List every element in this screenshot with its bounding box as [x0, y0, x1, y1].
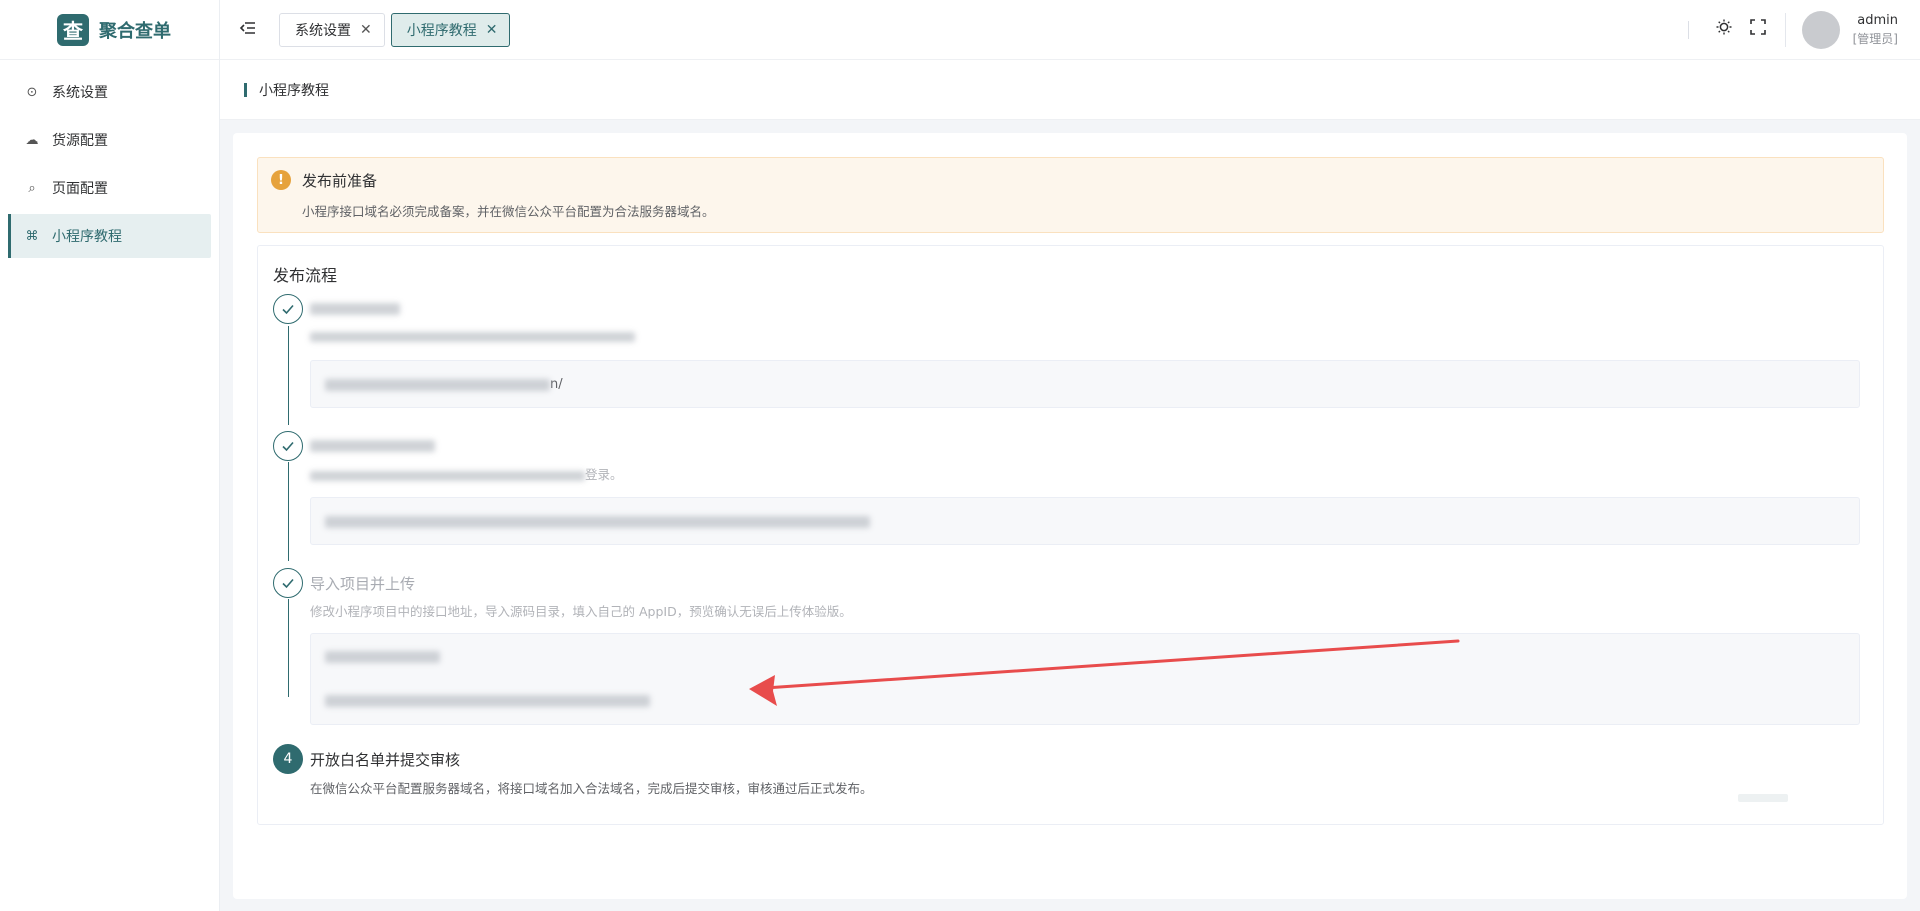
redacted-text — [325, 694, 650, 707]
search-icon: ⌕ — [28, 180, 36, 196]
content-card: ! 发布前准备 小程序接口域名必须完成备案，并在微信公众平台配置为合法服务器域名… — [233, 133, 1907, 899]
step-2-desc: 登录。 — [310, 464, 623, 483]
alert-description: 小程序接口域名必须完成备案，并在微信公众平台配置为合法服务器域名。 — [302, 204, 715, 219]
fullscreen-button[interactable] — [1741, 19, 1775, 40]
cloud-icon: ☁ — [25, 132, 39, 148]
step-4-desc: 在微信公众平台配置服务器域名，将接口域名加入合法域名，完成后提交审核，审核通过后… — [310, 781, 873, 796]
step-1-desc — [310, 328, 635, 343]
alert-title: 发布前准备 — [302, 172, 378, 190]
sidebar-menu: ⊙ 系统设置 ☁ 货源配置 ⌕ 页面配置 ⌘ 小程序教程 — [0, 60, 219, 258]
user-info[interactable]: admin [管理员] — [1853, 13, 1898, 47]
step-4-title: 开放白名单并提交审核 — [310, 751, 461, 769]
step-1-code: n/ — [310, 360, 1860, 408]
top-header: 系统设置 ✕ 小程序教程 ✕ admin [管理员] — [220, 0, 1920, 60]
theme-toggle-button[interactable] — [1707, 18, 1741, 41]
code-text: n/ — [550, 377, 563, 392]
warning-icon: ! — [271, 170, 291, 190]
tab-label: 系统设置 — [295, 22, 351, 39]
step-3-title: 导入项目并上传 — [310, 575, 416, 593]
code-line — [325, 693, 650, 708]
step-3-done-icon — [273, 568, 303, 598]
sidebar-item-page-config[interactable]: ⌕ 页面配置 — [8, 166, 211, 210]
breadcrumb-marker — [244, 82, 247, 97]
redacted-text — [325, 650, 440, 663]
avatar[interactable] — [1801, 10, 1840, 49]
check-icon — [282, 578, 294, 589]
code-line: n/ — [325, 377, 563, 392]
tab-system-settings[interactable]: 系统设置 ✕ — [279, 12, 385, 47]
step-2-title — [310, 436, 435, 454]
sidebar-item-label: 系统设置 — [52, 85, 108, 101]
sidebar-item-label: 页面配置 — [52, 181, 108, 197]
redacted-text — [310, 302, 400, 315]
sidebar-item-label: 货源配置 — [52, 133, 108, 149]
redacted-text — [310, 331, 635, 342]
brand: 查 聚合查单 — [0, 0, 219, 60]
tab-label: 小程序教程 — [406, 22, 477, 39]
step-2-code — [310, 497, 1860, 545]
sidebar-item-miniprogram-tutorial[interactable]: ⌘ 小程序教程 — [8, 214, 211, 258]
collapse-sidebar-button[interactable] — [239, 18, 279, 42]
step-1-title — [310, 299, 400, 317]
warning-alert: ! 发布前准备 小程序接口域名必须完成备案，并在微信公众平台配置为合法服务器域名… — [257, 157, 1884, 233]
brand-name: 聚合查单 — [99, 20, 171, 42]
check-icon — [282, 304, 294, 315]
sidebar-item-system-settings[interactable]: ⊙ 系统设置 — [8, 70, 211, 114]
check-icon — [282, 441, 294, 452]
header-right: admin [管理员] — [1687, 0, 1920, 60]
redacted-text — [325, 515, 870, 528]
sidebar-item-label: 小程序教程 — [52, 229, 122, 245]
fullscreen-icon — [1749, 19, 1766, 35]
divider — [1784, 12, 1786, 47]
sidebar-item-source-config[interactable]: ☁ 货源配置 — [8, 118, 211, 162]
settings-icon: ⊙ — [26, 84, 38, 100]
page-title: 小程序教程 — [259, 82, 329, 99]
brand-logo: 查 — [57, 13, 89, 46]
redacted-text — [310, 467, 585, 482]
step-connector — [288, 326, 289, 425]
redacted-text — [325, 377, 550, 392]
code-line — [325, 649, 440, 664]
publish-flow-panel: 发布流程 n/ 登录。 导入项目并上传 修改小程序项目中的接口地址，导入源码目录… — [257, 245, 1884, 825]
user-name: admin — [1857, 12, 1898, 28]
step-2-done-icon — [273, 431, 303, 461]
step-connector — [288, 599, 289, 697]
tab-miniprogram-tutorial[interactable]: 小程序教程 ✕ — [390, 12, 511, 47]
user-role: [管理员] — [1852, 31, 1898, 46]
close-icon[interactable]: ✕ — [360, 22, 372, 38]
close-icon[interactable]: ✕ — [486, 22, 498, 38]
code-line — [325, 514, 870, 529]
redacted-text — [310, 439, 435, 452]
divider — [1687, 20, 1689, 39]
step-1-done-icon — [273, 294, 303, 324]
menu-fold-icon — [239, 21, 255, 34]
step-4-number: 4 — [273, 744, 303, 774]
step-3-desc: 修改小程序项目中的接口地址，导入源码目录，填入自己的 AppID，预览确认无误后… — [310, 604, 852, 619]
command-icon: ⌘ — [25, 228, 39, 244]
step-3-code — [310, 633, 1860, 725]
breadcrumb: 小程序教程 — [220, 60, 1920, 120]
watermark — [1738, 791, 1788, 804]
step-connector — [288, 462, 289, 561]
sun-icon — [1716, 19, 1732, 35]
section-title: 发布流程 — [273, 266, 338, 285]
sidebar: 查 聚合查单 ⊙ 系统设置 ☁ 货源配置 ⌕ 页面配置 ⌘ 小程序教程 — [0, 0, 220, 911]
